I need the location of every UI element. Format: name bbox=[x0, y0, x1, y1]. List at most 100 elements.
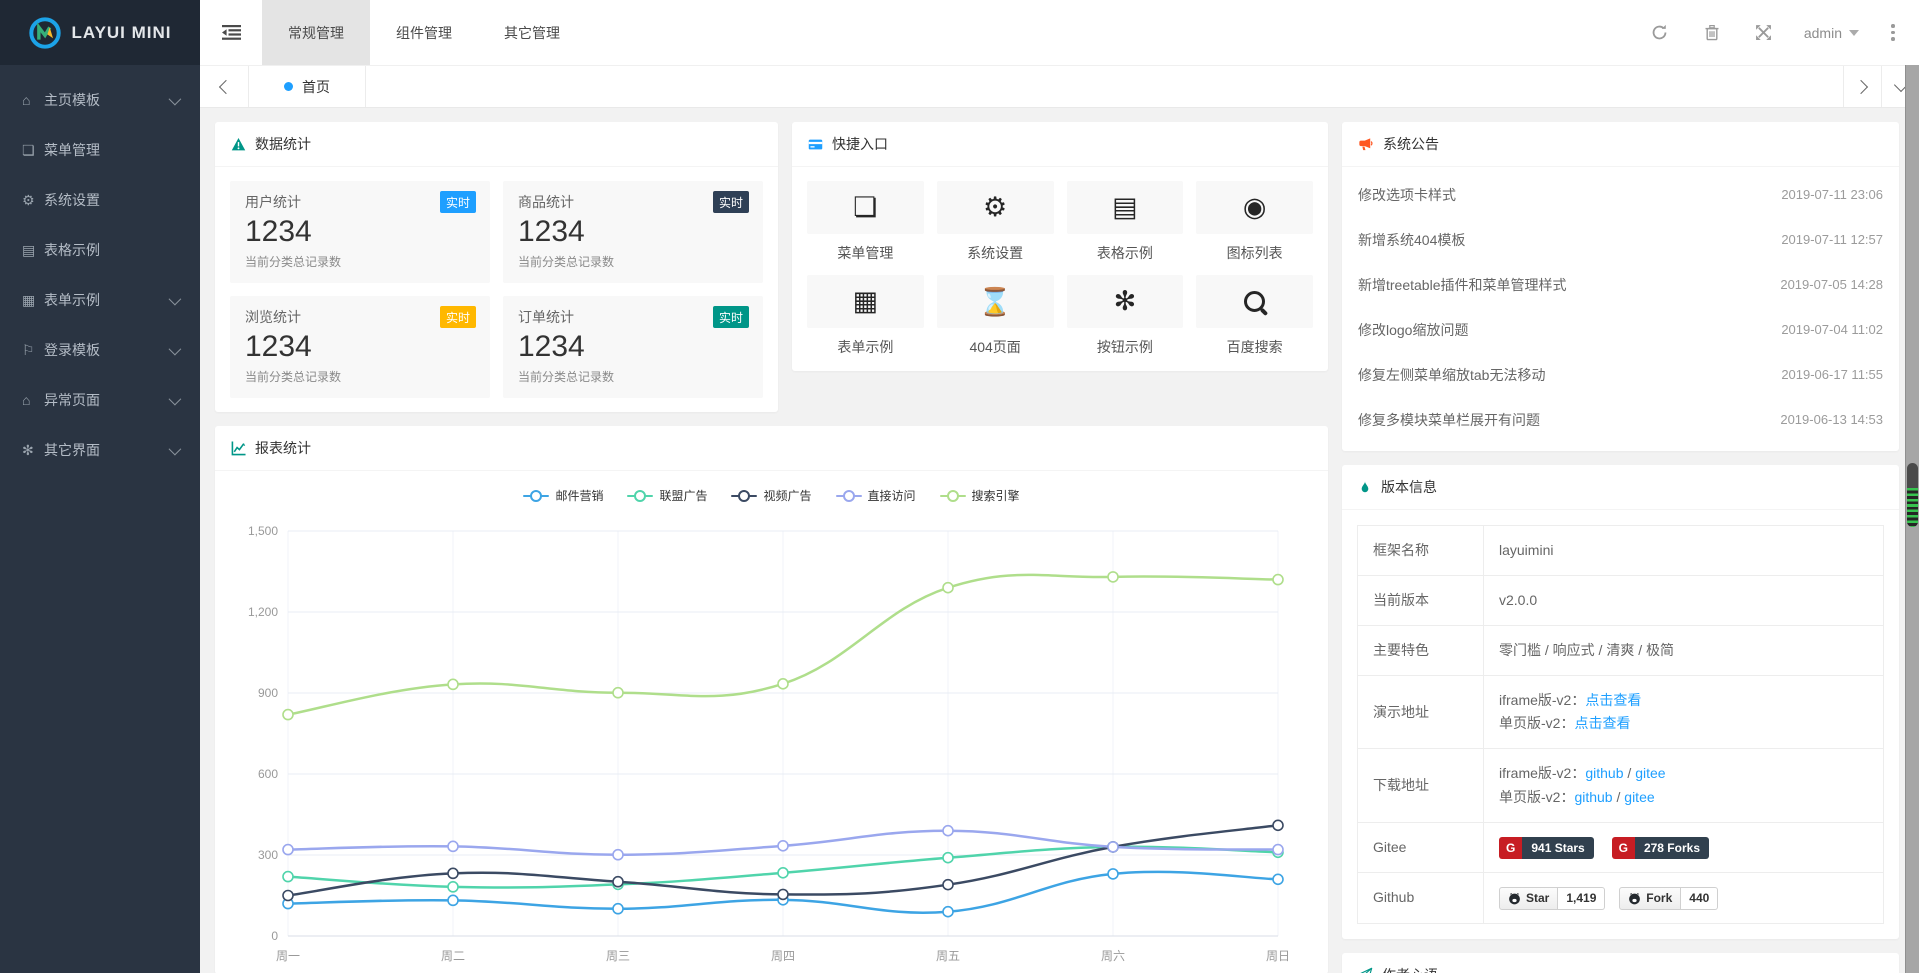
legend-item[interactable]: 联盟广告 bbox=[627, 487, 707, 504]
announcement-text: 新增treetable插件和菜单管理样式 bbox=[1358, 275, 1566, 295]
fire-icon bbox=[1358, 480, 1372, 495]
star-count: 1,419 bbox=[1558, 887, 1605, 910]
top-nav-item[interactable]: 常规管理 bbox=[262, 0, 370, 65]
card-header: 作者心语 bbox=[1342, 953, 1899, 973]
chevron-down-icon bbox=[169, 442, 182, 455]
quick-entry-item[interactable]: 百度搜索 bbox=[1196, 275, 1313, 357]
card-title: 数据统计 bbox=[255, 134, 311, 154]
quick-entry-item[interactable]: ◉ 图标列表 bbox=[1196, 181, 1313, 263]
page-content: 数据统计 用户统计 实时 1234 当前分类总记录数 商品统计 实时 1234 … bbox=[200, 108, 1919, 973]
demo-spa-link[interactable]: 点击查看 bbox=[1574, 715, 1630, 731]
announcement-text: 修改选项卡样式 bbox=[1358, 185, 1456, 205]
svg-text:周二: 周二 bbox=[441, 949, 465, 963]
tab-home[interactable]: 首页 bbox=[249, 66, 366, 107]
announcement-date: 2019-07-04 11:02 bbox=[1781, 322, 1883, 337]
tab-active-dot bbox=[284, 82, 293, 91]
svg-text:0: 0 bbox=[271, 929, 278, 943]
menu-fold-button[interactable] bbox=[200, 0, 262, 65]
row-label: Github bbox=[1358, 872, 1484, 923]
window-icon: ❏ bbox=[853, 192, 877, 223]
download-gitee-link[interactable]: gitee bbox=[1624, 789, 1654, 805]
quick-entry-item[interactable]: ▤ 表格示例 bbox=[1067, 181, 1184, 263]
legend-marker bbox=[627, 490, 653, 502]
github-badges: Star 1,419 bbox=[1484, 872, 1884, 923]
legend-item[interactable]: 直接访问 bbox=[836, 487, 916, 504]
octocat-icon bbox=[1508, 892, 1521, 905]
sidebar-item[interactable]: ❏ 菜单管理 bbox=[0, 125, 200, 175]
card-header: 版本信息 bbox=[1342, 465, 1899, 510]
sidebar-item[interactable]: ⌂ 异常页面 bbox=[0, 375, 200, 425]
app-root: LAYUI MINI ⌂ 主页模板 ❏ 菜单管理 ⚙ 系统设置 ▤ 表格示例 ▦… bbox=[0, 0, 1919, 973]
gitee-icon: G bbox=[1612, 837, 1635, 859]
announcement-text: 修复多模块菜单栏展开有问题 bbox=[1358, 410, 1540, 430]
sidebar-item[interactable]: ▤ 表格示例 bbox=[0, 225, 200, 275]
line-chart: 03006009001,2001,500周一周二周三周四周五周六周日 bbox=[230, 506, 1313, 973]
download-github-link[interactable]: github bbox=[1585, 765, 1623, 781]
top-nav-item[interactable]: 其它管理 bbox=[478, 0, 586, 65]
refresh-button[interactable] bbox=[1634, 0, 1686, 65]
gitee-stars-badge[interactable]: G 941 Stars bbox=[1499, 837, 1594, 859]
sidebar-item[interactable]: ✻ 其它界面 bbox=[0, 425, 200, 475]
legend-label: 视频广告 bbox=[763, 487, 811, 504]
fork-count: 440 bbox=[1681, 887, 1718, 910]
sidebar-item[interactable]: ⚙ 系统设置 bbox=[0, 175, 200, 225]
tab-scroll-left-button[interactable] bbox=[200, 66, 249, 107]
legend-item[interactable]: 邮件营销 bbox=[523, 487, 603, 504]
hourglass-icon: ⌛ bbox=[978, 286, 1012, 318]
github-fork-badge[interactable]: Fork 440 bbox=[1619, 887, 1718, 910]
sidebar-item[interactable]: ⌂ 主页模板 bbox=[0, 75, 200, 125]
quick-entry-item[interactable]: ✻ 按钮示例 bbox=[1067, 275, 1184, 357]
user-menu[interactable]: admin bbox=[1790, 25, 1873, 41]
chevron-down-icon bbox=[169, 292, 182, 305]
card-announcements: 系统公告 修改选项卡样式 2019-07-11 23:06 新增系统404模板 … bbox=[1342, 122, 1899, 451]
top-nav-item[interactable]: 组件管理 bbox=[370, 0, 478, 65]
svg-text:600: 600 bbox=[258, 767, 278, 781]
status-badge: 实时 bbox=[440, 191, 476, 213]
more-menu-button[interactable] bbox=[1873, 24, 1913, 41]
header: 常规管理 组件管理 其它管理 bbox=[200, 0, 1919, 66]
download-github-link[interactable]: github bbox=[1574, 789, 1612, 805]
legend-item[interactable]: 视频广告 bbox=[731, 487, 811, 504]
gears-icon: ⚙ bbox=[22, 192, 44, 209]
stat-box: 商品统计 实时 1234 当前分类总记录数 bbox=[503, 181, 763, 283]
refresh-icon bbox=[1651, 24, 1668, 41]
legend-marker bbox=[523, 490, 549, 502]
stat-value: 1234 bbox=[245, 330, 475, 364]
page-scrollbar[interactable] bbox=[1905, 65, 1919, 973]
quick-entry-item[interactable]: ▦ 表单示例 bbox=[807, 275, 924, 357]
chevron-down-icon bbox=[169, 392, 182, 405]
quick-entry-label: 表格示例 bbox=[1067, 243, 1184, 263]
card-report-chart: 报表统计 邮件营销 联盟广告 视频广告 直接访问 bbox=[215, 426, 1328, 973]
gitee-forks-badge[interactable]: G 278 Forks bbox=[1612, 837, 1709, 859]
svg-text:1,500: 1,500 bbox=[248, 524, 278, 538]
calendar-icon: ▦ bbox=[22, 292, 44, 309]
sidebar-item[interactable]: ⚐ 登录模板 bbox=[0, 325, 200, 375]
menu-fold-icon bbox=[222, 25, 241, 40]
quick-entry-item[interactable]: ⚙ 系统设置 bbox=[937, 181, 1054, 263]
home-icon: ⌂ bbox=[22, 392, 44, 408]
announcement-row: 修复左侧菜单缩放tab无法移动 2019-06-17 11:55 bbox=[1358, 352, 1883, 397]
quick-entry-item[interactable]: ⌛ 404页面 bbox=[937, 275, 1054, 357]
quick-entry-label: 系统设置 bbox=[937, 243, 1054, 263]
credit-card-icon bbox=[808, 137, 823, 152]
quick-entry-item[interactable]: ❏ 菜单管理 bbox=[807, 181, 924, 263]
github-star-badge[interactable]: Star 1,419 bbox=[1499, 887, 1605, 910]
sidebar-item-label: 主页模板 bbox=[44, 90, 169, 110]
stat-caption: 当前分类总记录数 bbox=[518, 368, 748, 385]
scrollbar-thumb[interactable] bbox=[1907, 463, 1918, 527]
card-header: 快捷入口 bbox=[792, 122, 1328, 167]
download-gitee-link[interactable]: gitee bbox=[1635, 765, 1665, 781]
clear-cache-button[interactable] bbox=[1686, 0, 1738, 65]
header-actions: admin bbox=[1634, 0, 1919, 65]
row-label: 下载地址 bbox=[1358, 749, 1484, 822]
framework-name: layuimini bbox=[1484, 526, 1884, 576]
card-title: 快捷入口 bbox=[832, 134, 888, 154]
demo-iframe-link[interactable]: 点击查看 bbox=[1585, 692, 1641, 708]
status-badge: 实时 bbox=[713, 306, 749, 328]
fullscreen-button[interactable] bbox=[1738, 0, 1790, 65]
tab-scroll-right-button[interactable] bbox=[1843, 66, 1881, 107]
sidebar-item[interactable]: ▦ 表单示例 bbox=[0, 275, 200, 325]
quick-entry-label: 按钮示例 bbox=[1067, 337, 1184, 357]
chevron-left-icon bbox=[219, 79, 233, 93]
legend-item[interactable]: 搜索引擎 bbox=[940, 487, 1020, 504]
